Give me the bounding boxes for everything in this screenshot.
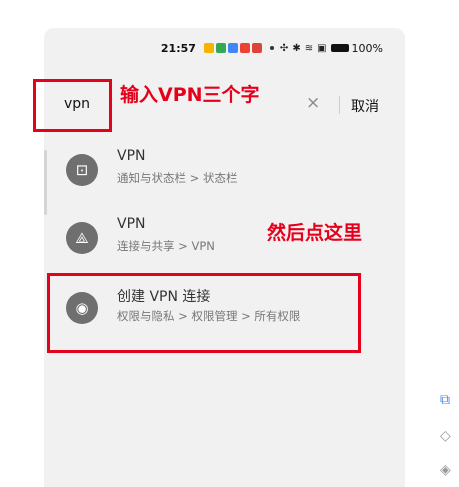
click-hint-annotation: 然后点这里 — [267, 222, 363, 244]
status-time: 21:57 — [160, 41, 196, 55]
result-title: VPN — [117, 216, 146, 232]
result-path: 通知与状态栏 > 状态栏 — [117, 171, 238, 185]
layers-icon: ◈ — [440, 462, 451, 478]
cancel-button[interactable]: 取消 — [351, 96, 379, 116]
notification-app-icon — [215, 43, 226, 53]
result-title: VPN — [117, 148, 146, 164]
nfc-icon: ▣ — [317, 42, 327, 54]
divider — [339, 96, 340, 114]
search-highlight-box — [33, 79, 112, 132]
side-panel-icon: ⧉ — [440, 392, 450, 408]
result-path: 连接与共享 > VPN — [117, 239, 215, 253]
more-dot-icon — [269, 46, 274, 50]
rotate-icon: ◇ — [440, 428, 451, 444]
share-icon: ⟁ — [66, 222, 98, 254]
search-hint-annotation: 输入VPN三个字 — [120, 84, 260, 106]
wifi-icon: ≋ — [304, 42, 314, 54]
result-highlight-box — [47, 273, 361, 353]
battery-level: 100% — [351, 41, 383, 55]
search-result-item[interactable]: ⊡ VPN 通知与状态栏 > 状态栏 — [44, 146, 405, 206]
notification-app-icon — [203, 43, 214, 53]
notification-app-icon — [227, 43, 238, 53]
notification-app-icon — [239, 43, 250, 53]
notification-app-icon — [251, 43, 262, 53]
notification-icon: ⊡ — [66, 154, 98, 186]
mute-icon: ✣ — [279, 42, 289, 54]
status-bar: 21:57 ✣ ✱ ≋ ▣ 100% — [44, 28, 405, 68]
battery-icon — [330, 44, 349, 52]
clear-icon[interactable]: × — [306, 93, 320, 113]
bluetooth-icon: ✱ — [292, 42, 301, 54]
